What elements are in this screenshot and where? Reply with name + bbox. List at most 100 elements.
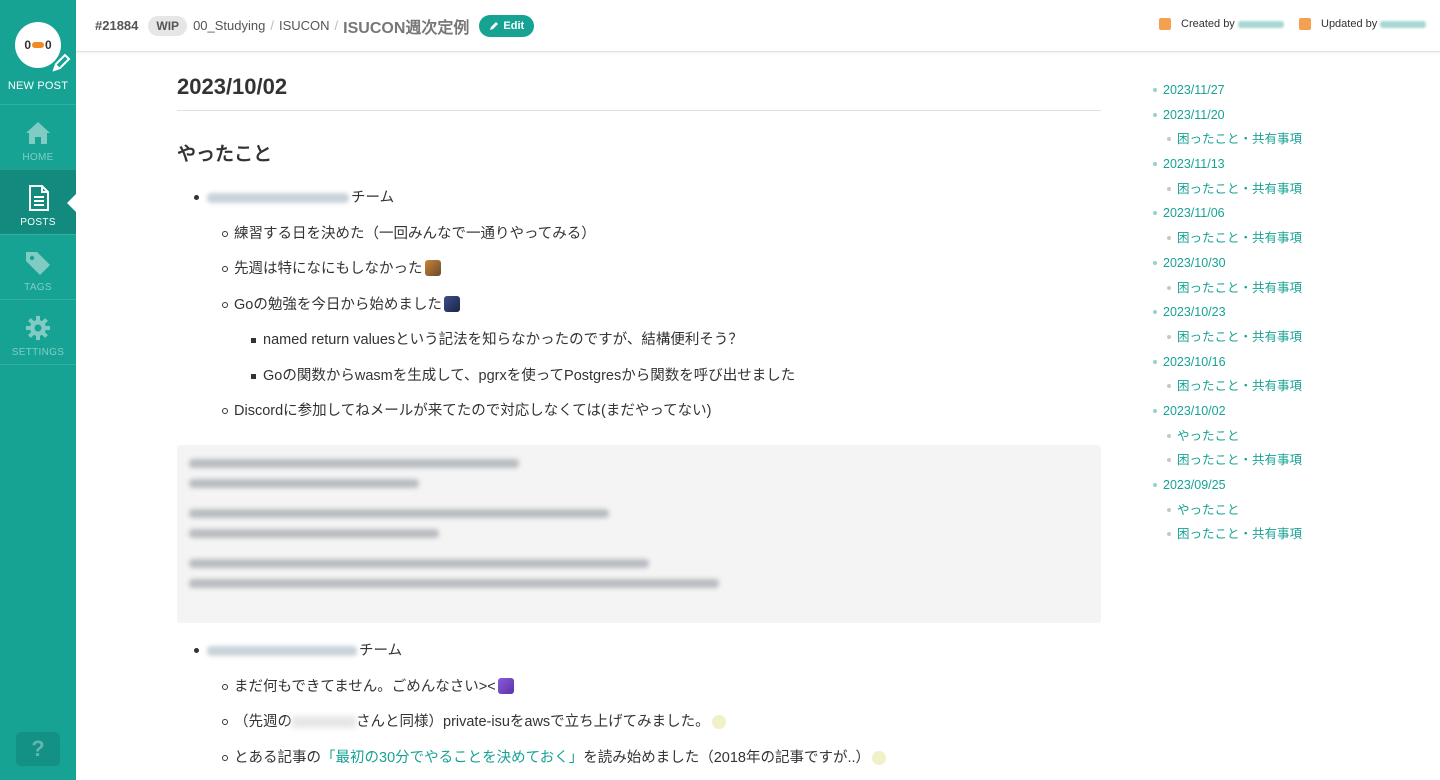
list-item-text: 先週は特になにもしなかった (234, 261, 423, 277)
bullet (251, 338, 256, 343)
bullet (222, 683, 228, 690)
created-by: Created by (1159, 18, 1284, 30)
toc-item[interactable]: 困ったこと・共有事項 (1152, 376, 1422, 401)
custom-emoji-icon (497, 677, 514, 694)
toc-item[interactable]: やったこと (1152, 426, 1422, 451)
edit-button[interactable]: Edit (479, 14, 535, 37)
updater-avatar[interactable] (1299, 18, 1311, 30)
toc-item[interactable]: 困ったこと・共有事項 (1152, 129, 1422, 154)
sidebar-item-label: HOME (22, 152, 54, 163)
home-icon (26, 122, 50, 144)
pencil-icon (490, 21, 499, 30)
sidebar-item-home[interactable]: HOME (0, 104, 76, 169)
toc-item[interactable]: 2023/10/16 (1152, 352, 1422, 377)
updater-name[interactable] (1380, 20, 1427, 28)
toc-item[interactable]: 困ったこと・共有事項 (1152, 327, 1422, 352)
section-heading-date: 2023/10/02 (177, 74, 1101, 111)
toc-item[interactable]: 2023/11/27 (1152, 80, 1422, 105)
breadcrumb-category[interactable]: 00_Studying (193, 18, 265, 33)
avatar-mouth (32, 42, 44, 48)
toc-item[interactable]: 困ったこと・共有事項 (1152, 228, 1422, 253)
face-emoji-icon (711, 715, 726, 729)
list-item: 先週は特になにもしなかった (177, 259, 1101, 295)
edit-button-label: Edit (503, 19, 525, 32)
list-item: チーム (177, 188, 1101, 224)
toc-item[interactable]: 困ったこと・共有事項 (1152, 450, 1422, 475)
bullet (222, 301, 228, 308)
toc-item[interactable]: 2023/10/30 (1152, 253, 1422, 278)
updated-by-label: Updated by (1321, 18, 1378, 30)
avatar-eye-right: 0 (45, 38, 52, 52)
redacted-team-name (207, 193, 349, 204)
creator-name[interactable] (1237, 20, 1284, 28)
pencil-icon (52, 53, 71, 72)
list-item: とある記事の「最初の30分でやることを決めておく」を読み始めました（2018年の… (177, 748, 1101, 780)
article-link[interactable]: 「最初の30分でやることを決めておく」 (321, 750, 583, 766)
list-item: Discordに参加してねメールが来てたので対応しなくては(まだやってない) (177, 401, 1101, 431)
creator-avatar[interactable] (1159, 18, 1171, 30)
tag-icon (26, 252, 50, 275)
bullet (222, 754, 228, 761)
wip-badge: WIP (148, 15, 188, 36)
new-post-label: NEW POST (7, 80, 69, 92)
post-id: #21884 (95, 18, 139, 33)
header: #21884 WIP 00_Studying / ISUCON / ISUCON… (76, 0, 1440, 52)
toc-item[interactable]: 2023/11/13 (1152, 154, 1422, 179)
help-button[interactable]: ? (16, 732, 60, 766)
toc-item[interactable]: 2023/10/02 (1152, 401, 1422, 426)
toc-item[interactable]: 困ったこと・共有事項 (1152, 524, 1422, 549)
list-item-text: 練習する日を決めた（一回みんなで一通りやってみる） (234, 225, 596, 242)
list-item: named return valuesという記法を知らなかったのですが、結構便利… (177, 330, 1101, 366)
list-item-text: まだ何もできてません。ごめんなさい>< (234, 678, 496, 695)
toc-item[interactable]: 2023/10/23 (1152, 302, 1422, 327)
toc-item[interactable]: 2023/09/25 (1152, 475, 1422, 500)
updated-by: Updated by (1299, 18, 1427, 30)
toc-item[interactable]: 2023/11/06 (1152, 203, 1422, 228)
list: チーム まだ何もできてません。ごめんなさい>< （先週の さんと同様）privat… (177, 641, 1101, 780)
list-item-text: チーム (359, 643, 403, 659)
created-by-label: Created by (1181, 18, 1235, 30)
bullet (222, 719, 228, 725)
list-item: Goの関数からwasmを生成して、pgrxを使ってPostgresから関数を呼び… (177, 366, 1101, 402)
bullet (222, 230, 228, 237)
list-item-text: Goの関数からwasmを生成して、pgrxを使ってPostgresから関数を呼び… (263, 367, 796, 384)
custom-emoji-icon (443, 295, 460, 312)
list-item-text: named return valuesという記法を知らなかったのですが、結構便利… (263, 332, 743, 348)
bullet (194, 648, 199, 653)
breadcrumb-separator: / (334, 18, 339, 33)
list-item: （先週の さんと同様）private-isuをawsで立ち上げてみました。 (177, 712, 1101, 748)
sidebar-item-tags[interactable]: TAGS (0, 234, 76, 299)
list: チーム 練習する日を決めた（一回みんなで一通りやってみる） 先週は特になにもしな… (177, 188, 1101, 431)
list-item-text: Goの勉強を今日から始めました (234, 296, 442, 313)
table-of-contents: 2023/11/27 2023/11/20 困ったこと・共有事項 2023/11… (1152, 80, 1422, 549)
bullet (251, 373, 256, 379)
breadcrumb-subcategory[interactable]: ISUCON (279, 18, 330, 33)
post-body: 2023/10/02 やったこと チーム 練習する日を決めた（一回みんなで一通り… (177, 52, 1101, 780)
sidebar-item-label: TAGS (24, 282, 52, 293)
toc-item[interactable]: 困ったこと・共有事項 (1152, 278, 1422, 303)
face-emoji-icon (872, 750, 887, 765)
bullet (194, 195, 199, 200)
sidebar-item-posts[interactable]: POSTS (0, 169, 76, 234)
list-item: チーム (177, 641, 1101, 677)
cat-emoji-icon (424, 260, 441, 276)
sidebar-item-label: POSTS (20, 217, 56, 228)
list-item-text: （先週の (234, 714, 292, 730)
toc-item[interactable]: 2023/11/20 (1152, 105, 1422, 130)
redacted-quote-block (177, 445, 1101, 623)
sidebar: 0 0 NEW POST HOME POSTS TAGS SETTINGS ? (0, 0, 76, 780)
list-item: まだ何もできてません。ごめんなさい>< (177, 677, 1101, 713)
list-item: Goの勉強を今日から始めました (177, 295, 1101, 331)
gear-icon (26, 316, 50, 340)
redacted-user-name (292, 716, 356, 729)
redacted-team-name (207, 646, 357, 657)
sidebar-item-label: SETTINGS (11, 347, 65, 358)
list-item-text: とある記事の (234, 749, 321, 766)
page-title: ISUCON週次定例 (343, 19, 470, 37)
new-post-button[interactable]: 0 0 NEW POST (0, 0, 76, 104)
list-item-text: を読み始めました（2018年の記事ですが..） (583, 749, 871, 766)
toc-item[interactable]: 困ったこと・共有事項 (1152, 179, 1422, 204)
toc-item[interactable]: やったこと (1152, 500, 1422, 525)
sidebar-item-settings[interactable]: SETTINGS (0, 299, 76, 364)
bullet (222, 408, 228, 414)
